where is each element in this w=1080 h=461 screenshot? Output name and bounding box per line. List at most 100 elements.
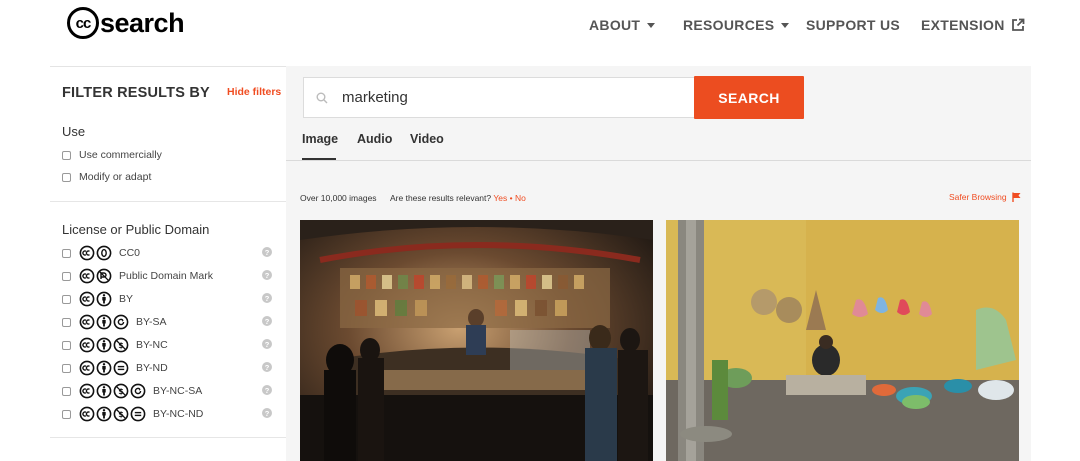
nc-license-icon: $ [113, 406, 129, 422]
search-input[interactable] [342, 89, 662, 106]
tab-audio[interactable]: Audio [357, 132, 392, 146]
search-box[interactable] [303, 77, 694, 118]
license-label: BY-NC [136, 339, 168, 351]
by-license-icon [96, 314, 112, 330]
external-link-icon [1011, 18, 1025, 31]
use-section-title: Use [62, 124, 86, 139]
nav-about-label: ABOUT [589, 17, 641, 33]
tab-video[interactable]: Video [410, 132, 444, 146]
by-license-icon [96, 406, 112, 422]
use-commercially-checkbox[interactable]: Use commercially [62, 148, 162, 162]
cc-license-icon [79, 314, 95, 330]
by-license-icon [96, 383, 112, 399]
cc-license-icon [79, 406, 95, 422]
help-icon[interactable]: ? [262, 270, 272, 280]
checkbox-label: Modify or adapt [79, 171, 152, 183]
license-icons [79, 314, 130, 330]
logo-text: search [100, 7, 185, 38]
cc-license-icon [79, 245, 95, 261]
license-option[interactable]: BY-ND [62, 360, 168, 376]
modify-adapt-checkbox[interactable]: Modify or adapt [62, 170, 151, 184]
checkbox-box[interactable] [62, 271, 71, 281]
license-icons [79, 245, 113, 261]
filter-title: FILTER RESULTS BY [62, 85, 210, 101]
tabs-divider [286, 160, 1031, 161]
license-option[interactable]: BY-SA [62, 314, 167, 330]
filter-sidebar: FILTER RESULTS BY Hide filters Use Use c… [50, 66, 286, 461]
nav-support-us[interactable]: SUPPORT US [806, 17, 900, 33]
vendor-photo [666, 220, 1019, 461]
license-icons: $ [79, 383, 147, 399]
license-label: CC0 [119, 247, 141, 259]
result-image-market[interactable] [300, 220, 653, 461]
help-icon[interactable]: ? [262, 362, 272, 372]
tab-image[interactable]: Image [302, 132, 338, 146]
license-label: BY-SA [136, 316, 167, 328]
cc-license-icon [79, 337, 95, 353]
checkbox-box[interactable] [62, 317, 71, 327]
relevance-no-link[interactable]: No [515, 193, 526, 203]
nc-license-icon: $ [113, 337, 129, 353]
cc-license-icon [79, 383, 95, 399]
sa-license-icon [113, 314, 129, 330]
search-button[interactable]: SEARCH [694, 76, 804, 119]
nav-support-label: SUPPORT US [806, 17, 901, 33]
checkbox-box[interactable] [62, 172, 71, 182]
hide-filters-link[interactable]: Hide filters [227, 86, 281, 98]
help-icon[interactable]: ? [262, 316, 272, 326]
license-option[interactable]: $ BY-NC [62, 337, 168, 353]
checkbox-box[interactable] [62, 340, 71, 350]
active-tab-indicator [302, 158, 336, 160]
checkbox-box[interactable] [62, 150, 71, 160]
checkbox-box[interactable] [62, 294, 71, 304]
license-option[interactable]: $ BY-NC-ND [62, 406, 203, 422]
sa-license-icon [130, 383, 146, 399]
nav-about[interactable]: ABOUT [589, 17, 656, 33]
relevance-yes-link[interactable]: Yes [493, 193, 507, 203]
nav-extension[interactable]: EXTENSION [921, 17, 1025, 33]
license-label: BY-NC-SA [153, 385, 203, 397]
nav-resources[interactable]: RESOURCES [683, 17, 790, 33]
market-photo [300, 220, 653, 461]
license-icons [79, 291, 113, 307]
help-icon[interactable]: ? [262, 385, 272, 395]
results-panel: SEARCH Image Audio Video Over 10,000 ima… [286, 66, 1031, 461]
safer-browsing-link[interactable]: Safer Browsing [949, 192, 1021, 202]
by-license-icon [96, 360, 112, 376]
by-license-icon [96, 291, 112, 307]
search-icon [316, 92, 328, 103]
license-option[interactable]: CC0 [62, 245, 141, 261]
nav-resources-label: RESOURCES [683, 17, 775, 33]
help-icon[interactable]: ? [262, 293, 272, 303]
checkbox-box[interactable] [62, 363, 71, 373]
license-label: BY [119, 293, 134, 305]
checkbox-box[interactable] [62, 386, 71, 396]
relevance-prompt: Are these results relevant? Yes • No [390, 193, 526, 203]
by-license-icon [96, 337, 112, 353]
cc-license-icon [79, 360, 95, 376]
checkbox-box[interactable] [62, 248, 71, 258]
cc-search-logo[interactable]: cc search [67, 7, 185, 39]
license-label: BY-ND [136, 362, 168, 374]
help-icon[interactable]: ? [262, 339, 272, 349]
license-icons: $ [79, 406, 147, 422]
checkbox-label: Use commercially [79, 149, 162, 161]
safer-browsing-label: Safer Browsing [949, 192, 1007, 202]
result-image-vendor[interactable] [666, 220, 1019, 461]
checkbox-box[interactable] [62, 409, 71, 419]
license-icons: $ [79, 337, 130, 353]
relevance-separator: • [509, 193, 513, 203]
license-option[interactable]: BY [62, 291, 134, 307]
nav-extension-label: EXTENSION [921, 17, 1005, 33]
license-section-title: License or Public Domain [62, 222, 210, 237]
license-option[interactable]: Public Domain Mark [62, 268, 213, 284]
result-count: Over 10,000 images [300, 193, 377, 203]
chevron-down-icon [647, 22, 656, 28]
license-option[interactable]: $ BY-NC-SA [62, 383, 203, 399]
flag-icon [1011, 192, 1021, 202]
cc-logo-icon: cc [67, 7, 99, 39]
help-icon[interactable]: ? [262, 408, 272, 418]
chevron-down-icon [781, 22, 790, 28]
help-icon[interactable]: ? [262, 247, 272, 257]
section-divider [50, 201, 286, 202]
